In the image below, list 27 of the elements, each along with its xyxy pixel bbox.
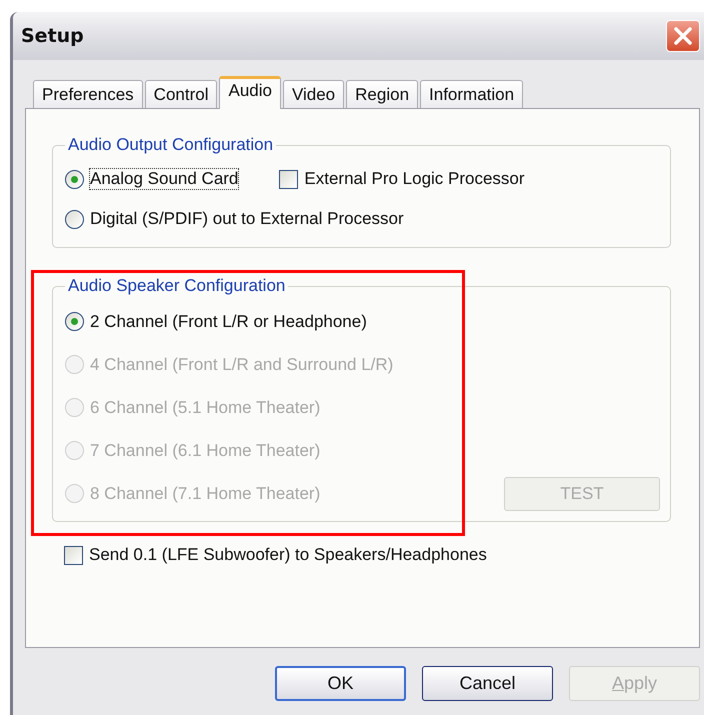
group-title: Audio Output Configuration [67,135,274,155]
option-label: Analog Sound Card [89,168,240,190]
tab[interactable]: Audio [219,76,281,109]
option-label: 2 Channel (Front L/R or Headphone) [89,310,368,332]
group-title: Audio Speaker Configuration [67,276,286,296]
radio-button[interactable] [65,312,84,331]
tab[interactable]: Video [282,80,344,108]
option-label: External Pro Logic Processor [303,168,526,190]
checkbox[interactable] [64,546,83,564]
dialog-button[interactable]: OK [275,666,406,701]
option-label: 8 Channel (7.1 Home Theater) [89,482,322,504]
option-label: 7 Channel (6.1 Home Theater) [89,440,322,462]
option-label: 4 Channel (Front L/R and Surround L/R) [89,354,394,376]
window-title: Setup [21,25,84,47]
tab[interactable]: Information [420,80,524,108]
close-icon [673,26,693,46]
option-label: Digital (S/PDIF) out to External Processor [89,208,405,230]
checkbox[interactable] [279,170,298,188]
tab[interactable]: Region [346,80,418,108]
dialog-button[interactable]: Cancel [422,666,553,701]
tab[interactable]: Preferences [33,80,143,108]
radio-button[interactable] [65,210,84,228]
tab[interactable]: Control [144,80,218,108]
option-label: Send 0.1 (LFE Subwoofer) to Speakers/Headphones [88,544,488,566]
close-button[interactable] [666,20,700,52]
option-label: 6 Channel (5.1 Home Theater) [89,396,322,418]
radio-button[interactable] [65,170,84,188]
